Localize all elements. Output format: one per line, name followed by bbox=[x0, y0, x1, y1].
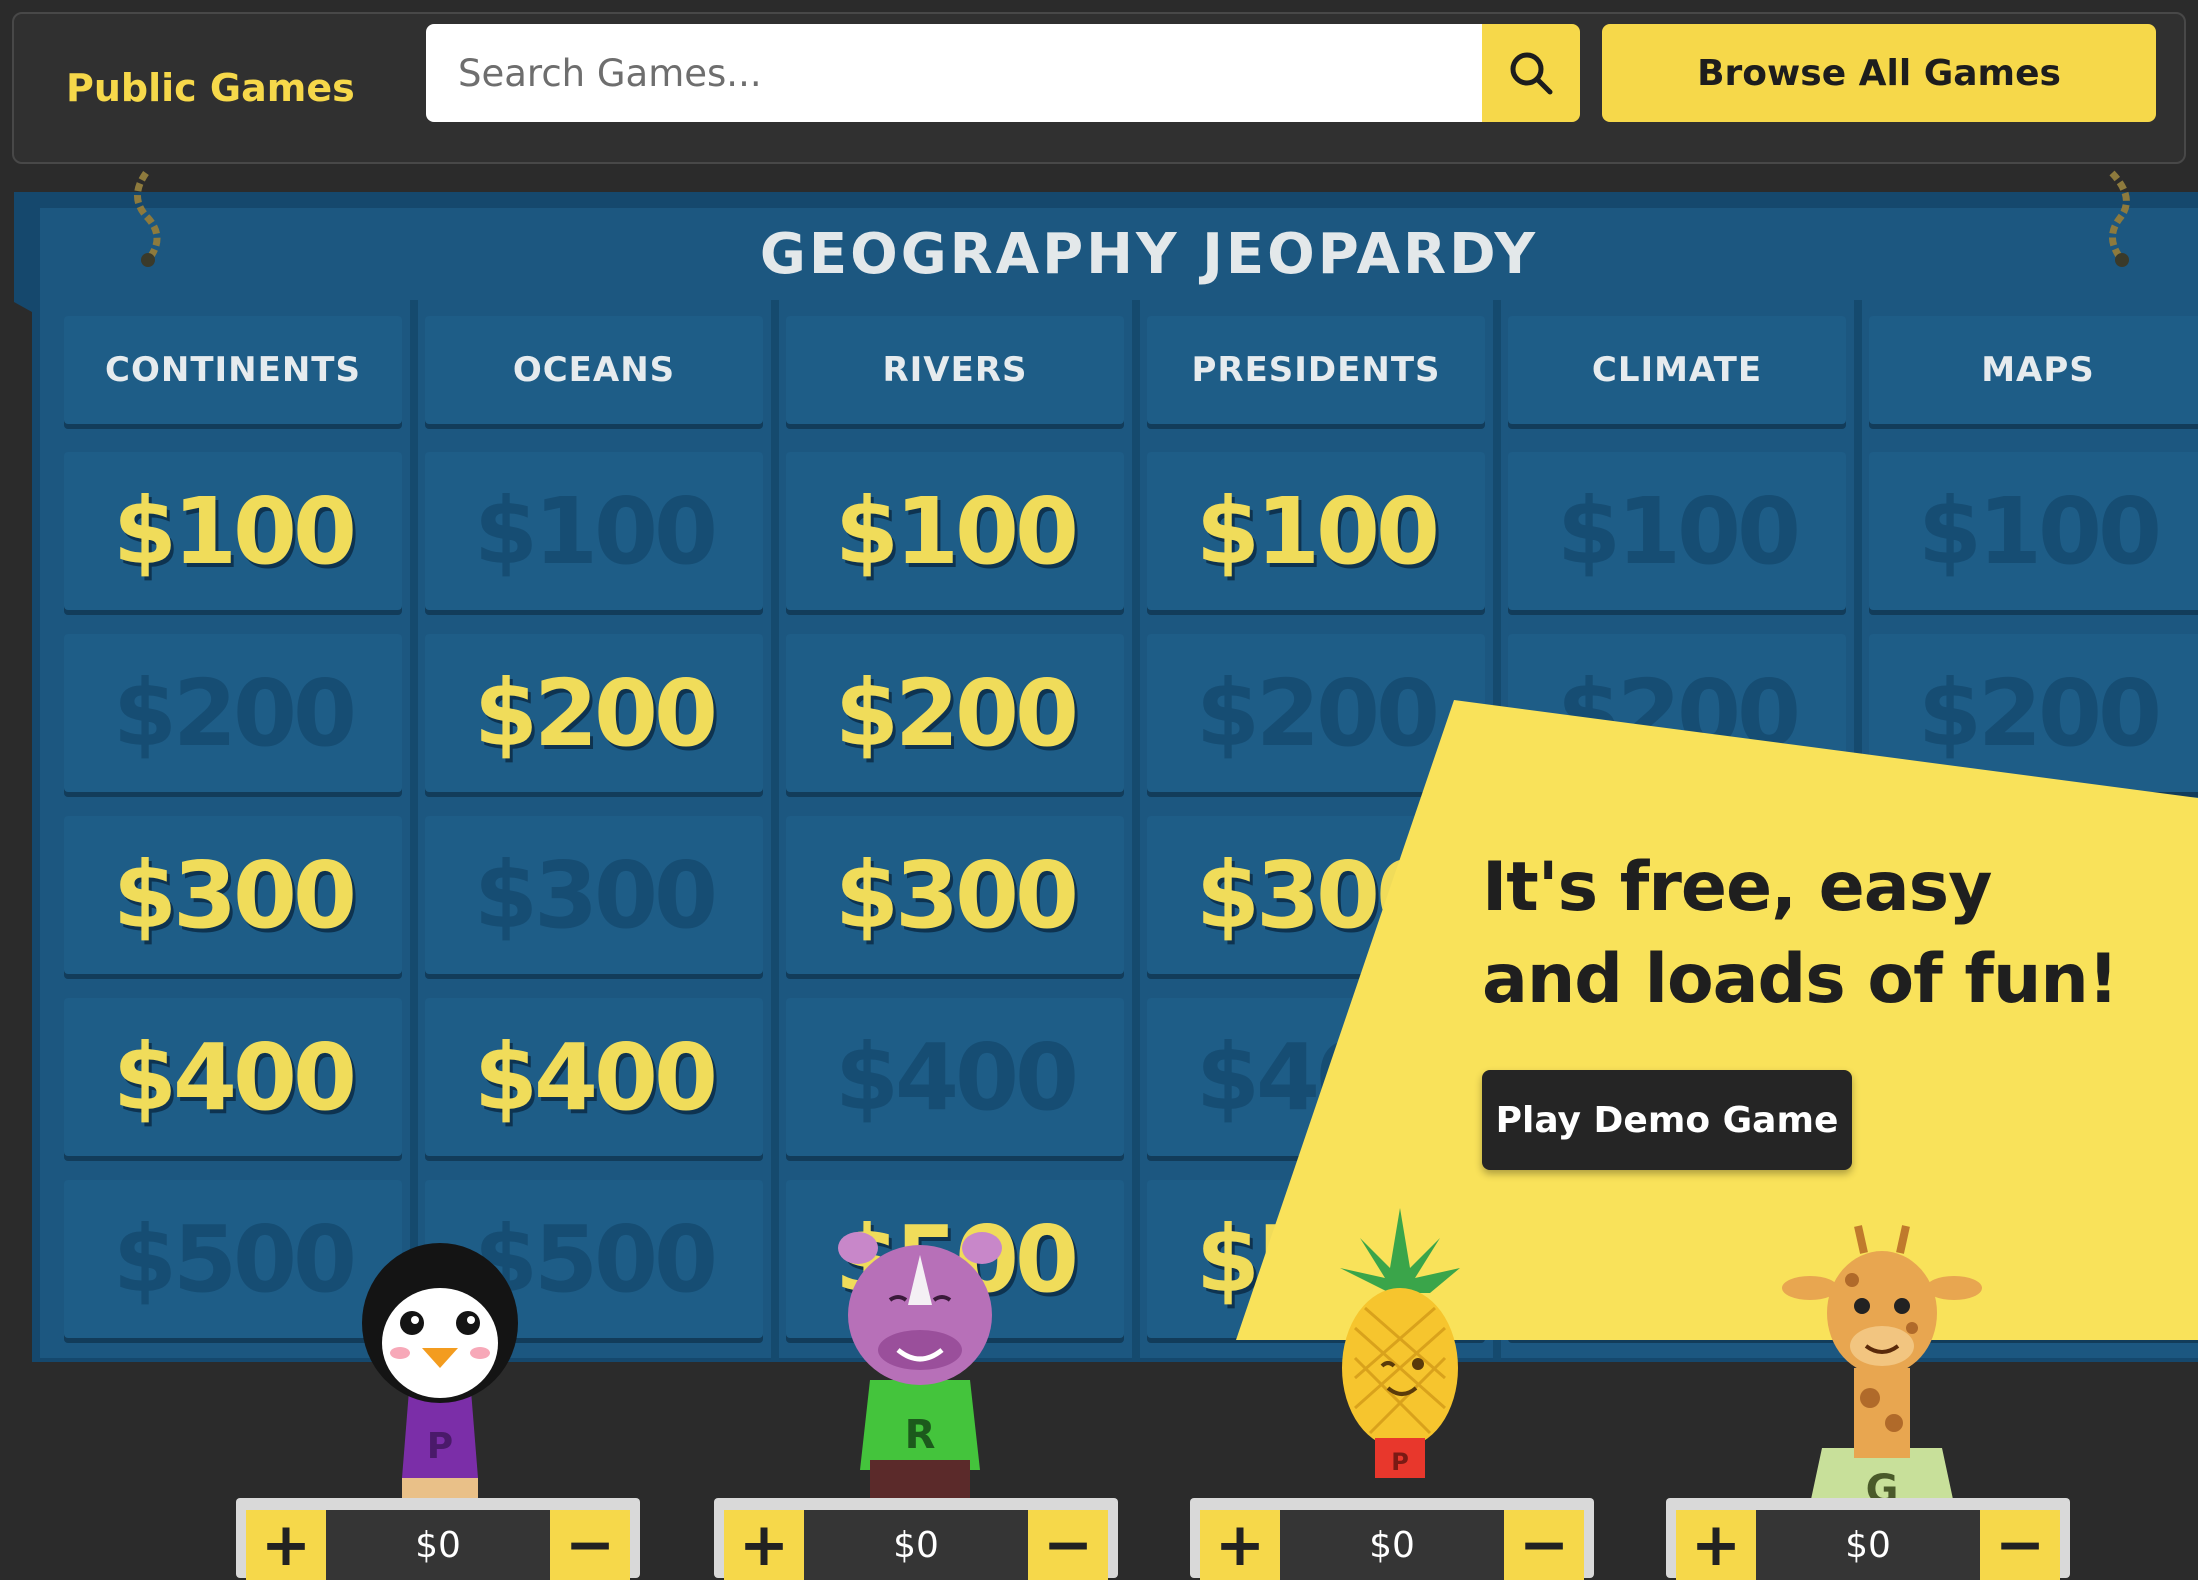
column-divider bbox=[1132, 300, 1140, 1360]
category-header-climate: CLIMATE bbox=[1508, 316, 1846, 424]
subtract-points-button[interactable]: − bbox=[550, 1510, 630, 1580]
question-tile[interactable]: $200 bbox=[425, 634, 763, 792]
question-tile[interactable]: $400 bbox=[425, 998, 763, 1156]
subtract-points-button[interactable]: − bbox=[1028, 1510, 1108, 1580]
add-points-button[interactable]: + bbox=[724, 1510, 804, 1580]
category-header-presidents: PRESIDENTS bbox=[1147, 316, 1485, 424]
question-tile: $200 bbox=[64, 634, 402, 792]
player-score: $0 bbox=[326, 1510, 550, 1580]
category-header-maps: MAPS bbox=[1869, 316, 2198, 424]
add-points-button[interactable]: + bbox=[1200, 1510, 1280, 1580]
search-button[interactable] bbox=[1482, 24, 1580, 122]
promo-headline: It's free, easy and loads of fun! bbox=[1482, 848, 2119, 1019]
question-tile[interactable]: $100 bbox=[64, 452, 402, 610]
player-podium: + $0− bbox=[1666, 1498, 2070, 1580]
question-tile[interactable]: $100 bbox=[786, 452, 1124, 610]
column-divider bbox=[410, 300, 418, 1360]
player-score: $0 bbox=[804, 1510, 1028, 1580]
player-podium: + $0− bbox=[236, 1498, 640, 1580]
category-header-rivers: RIVERS bbox=[786, 316, 1124, 424]
search-input[interactable] bbox=[426, 24, 1482, 122]
question-tile: $300 bbox=[425, 816, 763, 974]
add-points-button[interactable]: + bbox=[1676, 1510, 1756, 1580]
search-icon bbox=[1510, 52, 1553, 95]
browse-all-games-button[interactable]: Browse All Games bbox=[1602, 24, 2156, 122]
question-tile[interactable]: $100 bbox=[1147, 452, 1485, 610]
subtract-points-button[interactable]: − bbox=[1980, 1510, 2060, 1580]
question-tile: $100 bbox=[1869, 452, 2198, 610]
column-divider bbox=[771, 300, 779, 1360]
svg-text:P: P bbox=[1391, 1448, 1409, 1476]
penguin-avatar-icon: P bbox=[340, 1228, 540, 1512]
public-games-link[interactable]: Public Games bbox=[66, 66, 355, 110]
question-tile: $100 bbox=[425, 452, 763, 610]
game-title: GEOGRAPHY JEOPARDY bbox=[759, 222, 1539, 287]
question-tile[interactable]: $400 bbox=[64, 998, 402, 1156]
subtract-points-button[interactable]: − bbox=[1504, 1510, 1584, 1580]
player-score: $0 bbox=[1280, 1510, 1504, 1580]
rhino-avatar-icon: R bbox=[810, 1210, 1030, 1514]
add-points-button[interactable]: + bbox=[246, 1510, 326, 1580]
question-tile: $400 bbox=[786, 998, 1124, 1156]
category-header-oceans: OCEANS bbox=[425, 316, 763, 424]
play-demo-game-button[interactable]: Play Demo Game bbox=[1482, 1070, 1852, 1170]
svg-text:P: P bbox=[427, 1426, 453, 1467]
category-header-continents: CONTINENTS bbox=[64, 316, 402, 424]
pineapple-avatar-icon: P bbox=[1320, 1198, 1480, 1502]
question-tile: $100 bbox=[1508, 452, 1846, 610]
question-tile[interactable]: $300 bbox=[64, 816, 402, 974]
giraffe-avatar-icon: G bbox=[1772, 1218, 1992, 1522]
player-podium: + $0− bbox=[1190, 1498, 1594, 1580]
player-score: $0 bbox=[1756, 1510, 1980, 1580]
question-tile[interactable]: $200 bbox=[786, 634, 1124, 792]
player-podium: + $0− bbox=[714, 1498, 1118, 1580]
svg-text:R: R bbox=[905, 1412, 936, 1458]
question-tile[interactable]: $300 bbox=[786, 816, 1124, 974]
